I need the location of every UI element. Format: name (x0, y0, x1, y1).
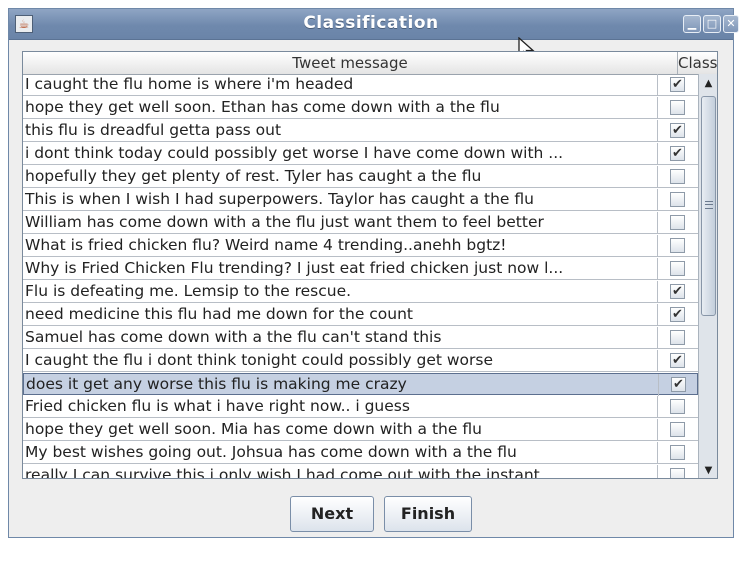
class-checkbox[interactable] (670, 169, 685, 184)
class-cell: ✔ (658, 350, 698, 372)
table-row[interactable]: does it get any worse this flu is making… (23, 373, 698, 396)
class-cell (658, 166, 698, 188)
window-title: Classification (303, 13, 439, 33)
table-row[interactable]: What is fried chicken flu? Weird name 4 … (23, 235, 698, 257)
tweet-message-cell[interactable]: William has come down with a the flu jus… (23, 212, 658, 234)
class-checkbox[interactable]: ✔ (670, 123, 685, 138)
tweet-message-cell[interactable]: Flu is defeating me. Lemsip to the rescu… (23, 281, 658, 303)
class-cell (658, 396, 698, 418)
grip-icon (705, 201, 713, 209)
class-cell (658, 327, 698, 349)
table-row[interactable]: this flu is dreadful getta pass out ✔ (23, 120, 698, 142)
tweet-message-cell[interactable]: What is fried chicken flu? Weird name 4 … (23, 235, 658, 257)
class-checkbox[interactable]: ✔ (671, 377, 686, 392)
tweet-message-cell[interactable]: I caught the flu home is where i'm heade… (23, 74, 658, 96)
tweet-message-cell[interactable]: really I can survive this i only wish I … (23, 465, 658, 478)
tweet-message-cell[interactable]: Fried chicken flu is what i have right n… (23, 396, 658, 418)
class-cell (658, 235, 698, 257)
class-checkbox[interactable]: ✔ (670, 353, 685, 368)
class-cell: ✔ (658, 143, 698, 165)
class-cell (658, 97, 698, 119)
next-button[interactable]: Next (290, 496, 374, 532)
class-cell: ✔ (658, 120, 698, 142)
table-body: I caught the flu home is where i'm heade… (23, 74, 698, 478)
table-row[interactable]: hopefully they get plenty of rest. Tyler… (23, 166, 698, 188)
tweet-message-cell[interactable]: Samuel has come down with a the flu can'… (23, 327, 658, 349)
column-header-tweet-message[interactable]: Tweet message (23, 52, 678, 74)
close-icon[interactable]: ✕ (723, 15, 739, 33)
table-row[interactable]: hope they get well soon. Ethan has come … (23, 97, 698, 119)
tweet-message-cell[interactable]: My best wishes going out. Johsua has com… (23, 442, 658, 464)
class-cell: ✔ (659, 374, 698, 396)
vertical-scrollbar[interactable]: ▲ ▼ (698, 74, 717, 478)
table-row[interactable]: Fried chicken flu is what i have right n… (23, 396, 698, 418)
class-cell: ✔ (658, 304, 698, 326)
tweet-message-cell[interactable]: this flu is dreadful getta pass out (23, 120, 658, 142)
table-row[interactable]: i dont think today could possibly get wo… (23, 143, 698, 165)
class-cell (658, 212, 698, 234)
column-header-class[interactable]: Class (678, 52, 717, 74)
minimize-icon[interactable]: ▁ (683, 15, 701, 33)
class-checkbox[interactable]: ✔ (670, 146, 685, 161)
class-checkbox[interactable] (670, 100, 685, 115)
class-checkbox[interactable] (670, 399, 685, 414)
class-cell (658, 465, 698, 478)
scroll-up-arrow-icon[interactable]: ▲ (699, 74, 717, 93)
table-row[interactable]: I caught the flu i dont think tonight co… (23, 350, 698, 372)
class-checkbox[interactable] (670, 261, 685, 276)
tweet-message-cell[interactable]: need medicine this flu had me down for t… (23, 304, 658, 326)
finish-button[interactable]: Finish (384, 496, 472, 532)
table-row[interactable]: really I can survive this i only wish I … (23, 465, 698, 478)
table-row[interactable]: William has come down with a the flu jus… (23, 212, 698, 234)
table-row[interactable]: hope they get well soon. Mia has come do… (23, 419, 698, 441)
tweet-message-cell[interactable]: hopefully they get plenty of rest. Tyler… (23, 166, 658, 188)
class-checkbox[interactable] (670, 468, 685, 478)
class-cell (658, 419, 698, 441)
tweet-message-cell[interactable]: Why is Fried Chicken Flu trending? I jus… (23, 258, 658, 280)
class-checkbox[interactable]: ✔ (670, 307, 685, 322)
tweet-message-cell[interactable]: This is when I wish I had superpowers. T… (23, 189, 658, 211)
tweet-message-cell[interactable]: hope they get well soon. Ethan has come … (23, 97, 658, 119)
scrollbar-thumb[interactable] (701, 96, 716, 316)
table-row[interactable]: I caught the flu home is where i'm heade… (23, 74, 698, 96)
class-cell: ✔ (658, 74, 698, 96)
table-header: Tweet message Class (23, 52, 717, 75)
class-checkbox[interactable] (670, 192, 685, 207)
table-row[interactable]: My best wishes going out. Johsua has com… (23, 442, 698, 464)
class-checkbox[interactable] (670, 330, 685, 345)
class-cell (658, 442, 698, 464)
tweet-table: Tweet message Class I caught the flu hom… (22, 51, 718, 479)
class-checkbox[interactable] (670, 215, 685, 230)
scroll-down-arrow-icon[interactable]: ▼ (699, 461, 717, 478)
table-row[interactable]: This is when I wish I had superpowers. T… (23, 189, 698, 211)
tweet-message-cell[interactable]: i dont think today could possibly get wo… (23, 143, 658, 165)
table-row[interactable]: need medicine this flu had me down for t… (23, 304, 698, 326)
maximize-icon[interactable]: □ (703, 15, 721, 33)
classification-window: ☕ Classification ▁ □ ✕ Tweet message Cla… (8, 8, 739, 538)
title-bar[interactable]: ☕ Classification ▁ □ ✕ (9, 9, 739, 40)
tweet-message-cell[interactable]: hope they get well soon. Mia has come do… (23, 419, 658, 441)
class-checkbox[interactable] (670, 445, 685, 460)
table-row[interactable]: Why is Fried Chicken Flu trending? I jus… (23, 258, 698, 280)
class-checkbox[interactable]: ✔ (670, 284, 685, 299)
class-checkbox[interactable] (670, 238, 685, 253)
tweet-message-cell[interactable]: does it get any worse this flu is making… (24, 374, 659, 396)
table-row[interactable]: Samuel has come down with a the flu can'… (23, 327, 698, 349)
tweet-message-cell[interactable]: I caught the flu i dont think tonight co… (23, 350, 658, 372)
class-checkbox[interactable]: ✔ (670, 77, 685, 92)
class-cell (658, 189, 698, 211)
class-cell: ✔ (658, 281, 698, 303)
table-row[interactable]: Flu is defeating me. Lemsip to the rescu… (23, 281, 698, 303)
class-checkbox[interactable] (670, 422, 685, 437)
class-cell (658, 258, 698, 280)
